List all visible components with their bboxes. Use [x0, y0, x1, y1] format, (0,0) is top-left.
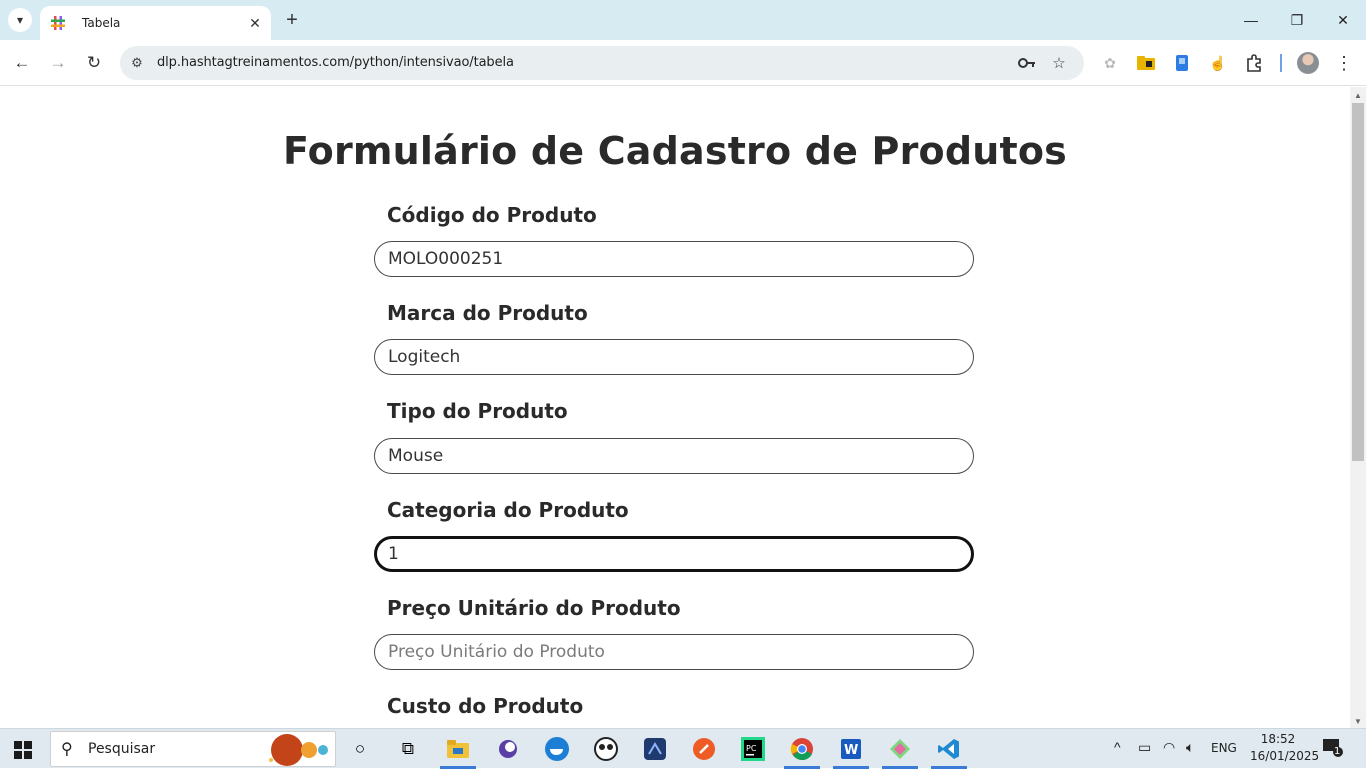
label-categoria: Categoria do Produto — [387, 498, 629, 522]
page-scrollbar[interactable]: ▲ ▼ — [1350, 87, 1366, 728]
cortana-circle-icon[interactable]: ○ — [346, 735, 374, 763]
extension-gear-icon[interactable]: ✿ — [1099, 52, 1121, 74]
categoria-input[interactable] — [374, 536, 974, 572]
label-tipo: Tipo do Produto — [387, 399, 568, 423]
label-preco: Preço Unitário do Produto — [387, 596, 681, 620]
page-content: Formulário de Cadastro de Produtos Códig… — [0, 87, 1350, 728]
windows-start-icon[interactable] — [14, 741, 32, 759]
chrome-icon[interactable] — [788, 735, 816, 763]
reload-icon[interactable]: ↻ — [80, 49, 108, 77]
tab-search-chevron-icon[interactable]: ▾ — [8, 8, 32, 32]
tab-title: Tabela — [82, 16, 121, 30]
hashtag-favicon-icon — [50, 15, 66, 31]
show-hidden-icons-chevron-icon[interactable]: ^ — [1114, 739, 1121, 755]
battery-icon[interactable]: ▭ — [1138, 739, 1151, 756]
word-icon[interactable]: W — [837, 735, 865, 763]
svg-text:PC: PC — [746, 744, 757, 753]
dark-orb-app-icon[interactable] — [494, 735, 522, 763]
notification-center-icon[interactable] — [1322, 737, 1344, 757]
url-text[interactable]: dlp.hashtagtreinamentos.com/python/inten… — [157, 55, 514, 70]
notification-count-badge: 1 — [1334, 746, 1341, 757]
svg-text:W: W — [844, 743, 858, 758]
docker-whale-icon[interactable] — [543, 735, 571, 763]
label-custo: Custo do Produto — [387, 694, 584, 718]
new-tab-plus-icon[interactable]: + — [281, 9, 303, 31]
wifi-icon[interactable]: ◠ — [1163, 739, 1175, 756]
restore-icon[interactable]: ❐ — [1274, 0, 1320, 40]
codigo-input[interactable] — [374, 241, 974, 277]
volume-icon[interactable]: 🔈︎ — [1186, 739, 1194, 756]
label-marca: Marca do Produto — [387, 301, 588, 325]
windows-taskbar: ⚲ Pesquisar ○ ⧉ PC W ^ ▭ ◠ 🔈︎ ENG 18:52 … — [0, 728, 1366, 769]
browser-toolbar: ← → ↻ ⚙ dlp.hashtagtreinamentos.com/pyth… — [0, 40, 1366, 86]
gitkraken-diamond-icon[interactable] — [886, 735, 914, 763]
scroll-down-arrow-icon[interactable]: ▼ — [1354, 717, 1362, 726]
chrome-menu-icon[interactable]: ⋮ — [1334, 52, 1354, 74]
scroll-up-arrow-icon[interactable]: ▲ — [1354, 91, 1362, 100]
back-arrow-icon[interactable]: ← — [8, 49, 36, 77]
preco-input[interactable] — [374, 634, 974, 670]
vscode-icon[interactable] — [935, 735, 963, 763]
extension-hand-icon[interactable]: ☝ — [1207, 52, 1229, 74]
toolbar-separator — [1280, 54, 1282, 72]
password-key-icon[interactable] — [1016, 52, 1038, 74]
close-window-icon[interactable]: ✕ — [1320, 0, 1366, 40]
language-indicator[interactable]: ENG — [1211, 741, 1237, 755]
marca-input[interactable] — [374, 339, 974, 375]
tab-strip: ▾ Tabela ✕ + — ❐ ✕ — [0, 0, 1366, 40]
minimize-icon[interactable]: — — [1228, 0, 1274, 40]
file-explorer-icon[interactable] — [444, 735, 472, 763]
form-title: Formulário de Cadastro de Produtos — [283, 129, 1067, 173]
tipo-input[interactable] — [374, 438, 974, 474]
extensions-puzzle-icon[interactable] — [1243, 52, 1265, 74]
pycharm-icon[interactable]: PC — [739, 735, 767, 763]
search-placeholder: Pesquisar — [88, 741, 156, 757]
scroll-thumb[interactable] — [1352, 103, 1364, 461]
task-view-icon[interactable]: ⧉ — [394, 735, 422, 763]
bookmark-star-icon[interactable]: ☆ — [1048, 52, 1070, 74]
profile-avatar[interactable] — [1297, 52, 1319, 74]
extension-blue-icon[interactable] — [1171, 52, 1193, 74]
extension-folder-icon[interactable] — [1135, 52, 1157, 74]
search-icon: ⚲ — [61, 741, 73, 758]
panda-app-icon[interactable] — [592, 735, 620, 763]
taskbar-search[interactable]: ⚲ Pesquisar — [50, 731, 336, 767]
search-highlight-planets-icon — [269, 734, 328, 766]
address-bar[interactable]: ⚙ dlp.hashtagtreinamentos.com/python/int… — [120, 46, 1084, 80]
clock-time[interactable]: 18:52 — [1250, 732, 1306, 746]
forward-arrow-icon[interactable]: → — [44, 49, 72, 77]
tab-close-icon[interactable]: ✕ — [245, 13, 265, 33]
postman-icon[interactable] — [690, 735, 718, 763]
label-codigo: Código do Produto — [387, 203, 597, 227]
clock-date[interactable]: 16/01/2025 — [1250, 749, 1319, 763]
navy-app-icon[interactable] — [641, 735, 669, 763]
site-info-tune-icon[interactable]: ⚙ — [128, 54, 146, 72]
tab-tabela[interactable]: Tabela ✕ — [40, 6, 271, 40]
